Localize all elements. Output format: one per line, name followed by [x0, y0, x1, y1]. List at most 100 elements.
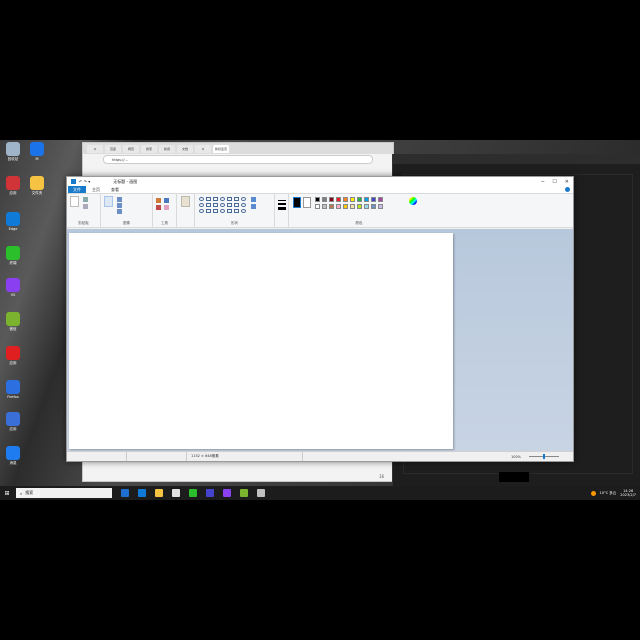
copy-icon[interactable]	[83, 204, 88, 209]
desktop-shortcut[interactable]: 应用	[2, 176, 24, 196]
color-swatch[interactable]	[378, 204, 383, 209]
color-swatch[interactable]	[343, 204, 348, 209]
browser-tab[interactable]: Q	[87, 144, 103, 153]
color2-button[interactable]	[303, 197, 311, 208]
paste-button[interactable]	[70, 196, 79, 207]
address-bar[interactable]: https://...	[103, 155, 373, 164]
file-explorer-icon[interactable]	[155, 489, 163, 497]
store-icon[interactable]	[172, 489, 180, 497]
vs-icon[interactable]	[223, 489, 231, 497]
color-swatch[interactable]	[329, 197, 334, 202]
edge-icon[interactable]	[138, 489, 146, 497]
edit-colors-icon[interactable]	[409, 197, 417, 205]
shape-option[interactable]	[227, 203, 232, 207]
desktop-shortcut[interactable]: Edge	[2, 212, 24, 231]
color-palette[interactable]	[315, 197, 405, 211]
zoom-slider-knob[interactable]	[543, 454, 545, 459]
zoom-slider[interactable]	[529, 454, 559, 459]
color-swatch[interactable]	[343, 197, 348, 202]
select-button[interactable]	[104, 196, 113, 207]
shape-option[interactable]	[206, 203, 211, 207]
tab-file[interactable]: 文件	[68, 186, 86, 193]
quick-access-toolbar[interactable]: ↶ ↷ ▾	[79, 179, 90, 184]
color-swatch[interactable]	[371, 197, 376, 202]
shape-option[interactable]	[199, 203, 204, 207]
browser-tab[interactable]: 新标签页	[213, 144, 229, 153]
eraser-icon[interactable]	[164, 205, 169, 210]
color-swatch[interactable]	[336, 204, 341, 209]
maximize-button[interactable]: ☐	[552, 179, 556, 185]
fill-icon[interactable]	[164, 198, 169, 203]
mail-icon[interactable]	[206, 489, 214, 497]
desktop-shortcut[interactable]: 应用	[2, 346, 24, 366]
color-swatch[interactable]	[336, 197, 341, 202]
shape-option[interactable]	[213, 203, 218, 207]
desktop-shortcut[interactable]: 终端	[2, 246, 24, 266]
crop-icon[interactable]	[117, 197, 122, 202]
desktop-shortcut[interactable]: Firefox	[2, 380, 24, 399]
shape-option[interactable]	[206, 209, 211, 213]
shape-option[interactable]	[220, 203, 225, 207]
color-swatch[interactable]	[371, 204, 376, 209]
browser-tab[interactable]: 新闻	[159, 144, 175, 153]
shape-option[interactable]	[234, 197, 239, 201]
close-button[interactable]: ✕	[565, 179, 569, 185]
browser-tab[interactable]: 百度	[105, 144, 121, 153]
minimize-button[interactable]: ─	[541, 179, 544, 185]
drawing-canvas[interactable]	[69, 233, 453, 449]
start-button[interactable]: ⊞	[0, 486, 14, 500]
shape-option[interactable]	[241, 197, 246, 201]
color-swatch[interactable]	[315, 197, 320, 202]
browser-tab[interactable]: 搜索	[141, 144, 157, 153]
shape-option[interactable]	[227, 197, 232, 201]
task-view-icon[interactable]	[121, 489, 129, 497]
paint-window[interactable]: ↶ ↷ ▾ 无标题 - 画图 ─ ☐ ✕ 文件 主页 查看 剪贴板 图像 工具 …	[66, 176, 574, 462]
desktop-shortcut[interactable]: 回收站	[2, 142, 24, 162]
color-swatch[interactable]	[322, 197, 327, 202]
color-swatch[interactable]	[329, 204, 334, 209]
tab-home[interactable]: 主页	[87, 186, 105, 193]
tab-view[interactable]: 查看	[106, 186, 124, 193]
desktop-shortcut[interactable]: VS	[2, 278, 24, 297]
browser-tab[interactable]: 网页	[123, 144, 139, 153]
taskbar-search[interactable]: ⌕ 搜索	[16, 488, 112, 498]
shape-option[interactable]	[241, 203, 246, 207]
pencil-icon[interactable]	[156, 198, 161, 203]
color-swatch[interactable]	[357, 197, 362, 202]
paint-icon[interactable]	[257, 489, 265, 497]
color-swatch[interactable]	[350, 204, 355, 209]
desktop-shortcut[interactable]: 文件夹	[26, 176, 48, 196]
shape-option[interactable]	[220, 197, 225, 201]
shape-option[interactable]	[241, 209, 246, 213]
browser-tab[interactable]: Q	[195, 144, 211, 153]
wechat-icon[interactable]	[240, 489, 248, 497]
color-swatch[interactable]	[357, 204, 362, 209]
shape-option[interactable]	[234, 203, 239, 207]
desktop-shortcut[interactable]: M	[26, 142, 48, 161]
brushes-button[interactable]	[181, 196, 190, 207]
fill-shape-icon[interactable]	[251, 204, 256, 209]
shape-option[interactable]	[227, 209, 232, 213]
weather-text[interactable]: 10°C 多云	[600, 491, 617, 496]
rotate-icon[interactable]	[117, 209, 122, 214]
desktop-shortcut[interactable]: 应用	[2, 412, 24, 432]
shape-option[interactable]	[199, 197, 204, 201]
shape-option[interactable]	[206, 197, 211, 201]
shape-option[interactable]	[213, 197, 218, 201]
resize-icon[interactable]	[117, 203, 122, 208]
outline-icon[interactable]	[251, 197, 256, 202]
color-swatch[interactable]	[322, 204, 327, 209]
desktop-shortcut[interactable]: 微信	[2, 312, 24, 332]
shapes-gallery[interactable]	[199, 197, 247, 215]
color-swatch[interactable]	[350, 197, 355, 202]
browser-tab-strip[interactable]: Q 百度 网页 搜索 新闻 文档 Q 新标签页	[83, 143, 393, 154]
weather-icon[interactable]	[590, 490, 596, 496]
help-icon[interactable]	[565, 187, 570, 192]
shape-option[interactable]	[199, 209, 204, 213]
cut-icon[interactable]	[83, 197, 88, 202]
shape-option[interactable]	[234, 209, 239, 213]
clock[interactable]: 14:26 2023/2/7	[620, 489, 636, 497]
terminal-icon[interactable]	[189, 489, 197, 497]
browser-tab[interactable]: 文档	[177, 144, 193, 153]
color-swatch[interactable]	[378, 197, 383, 202]
